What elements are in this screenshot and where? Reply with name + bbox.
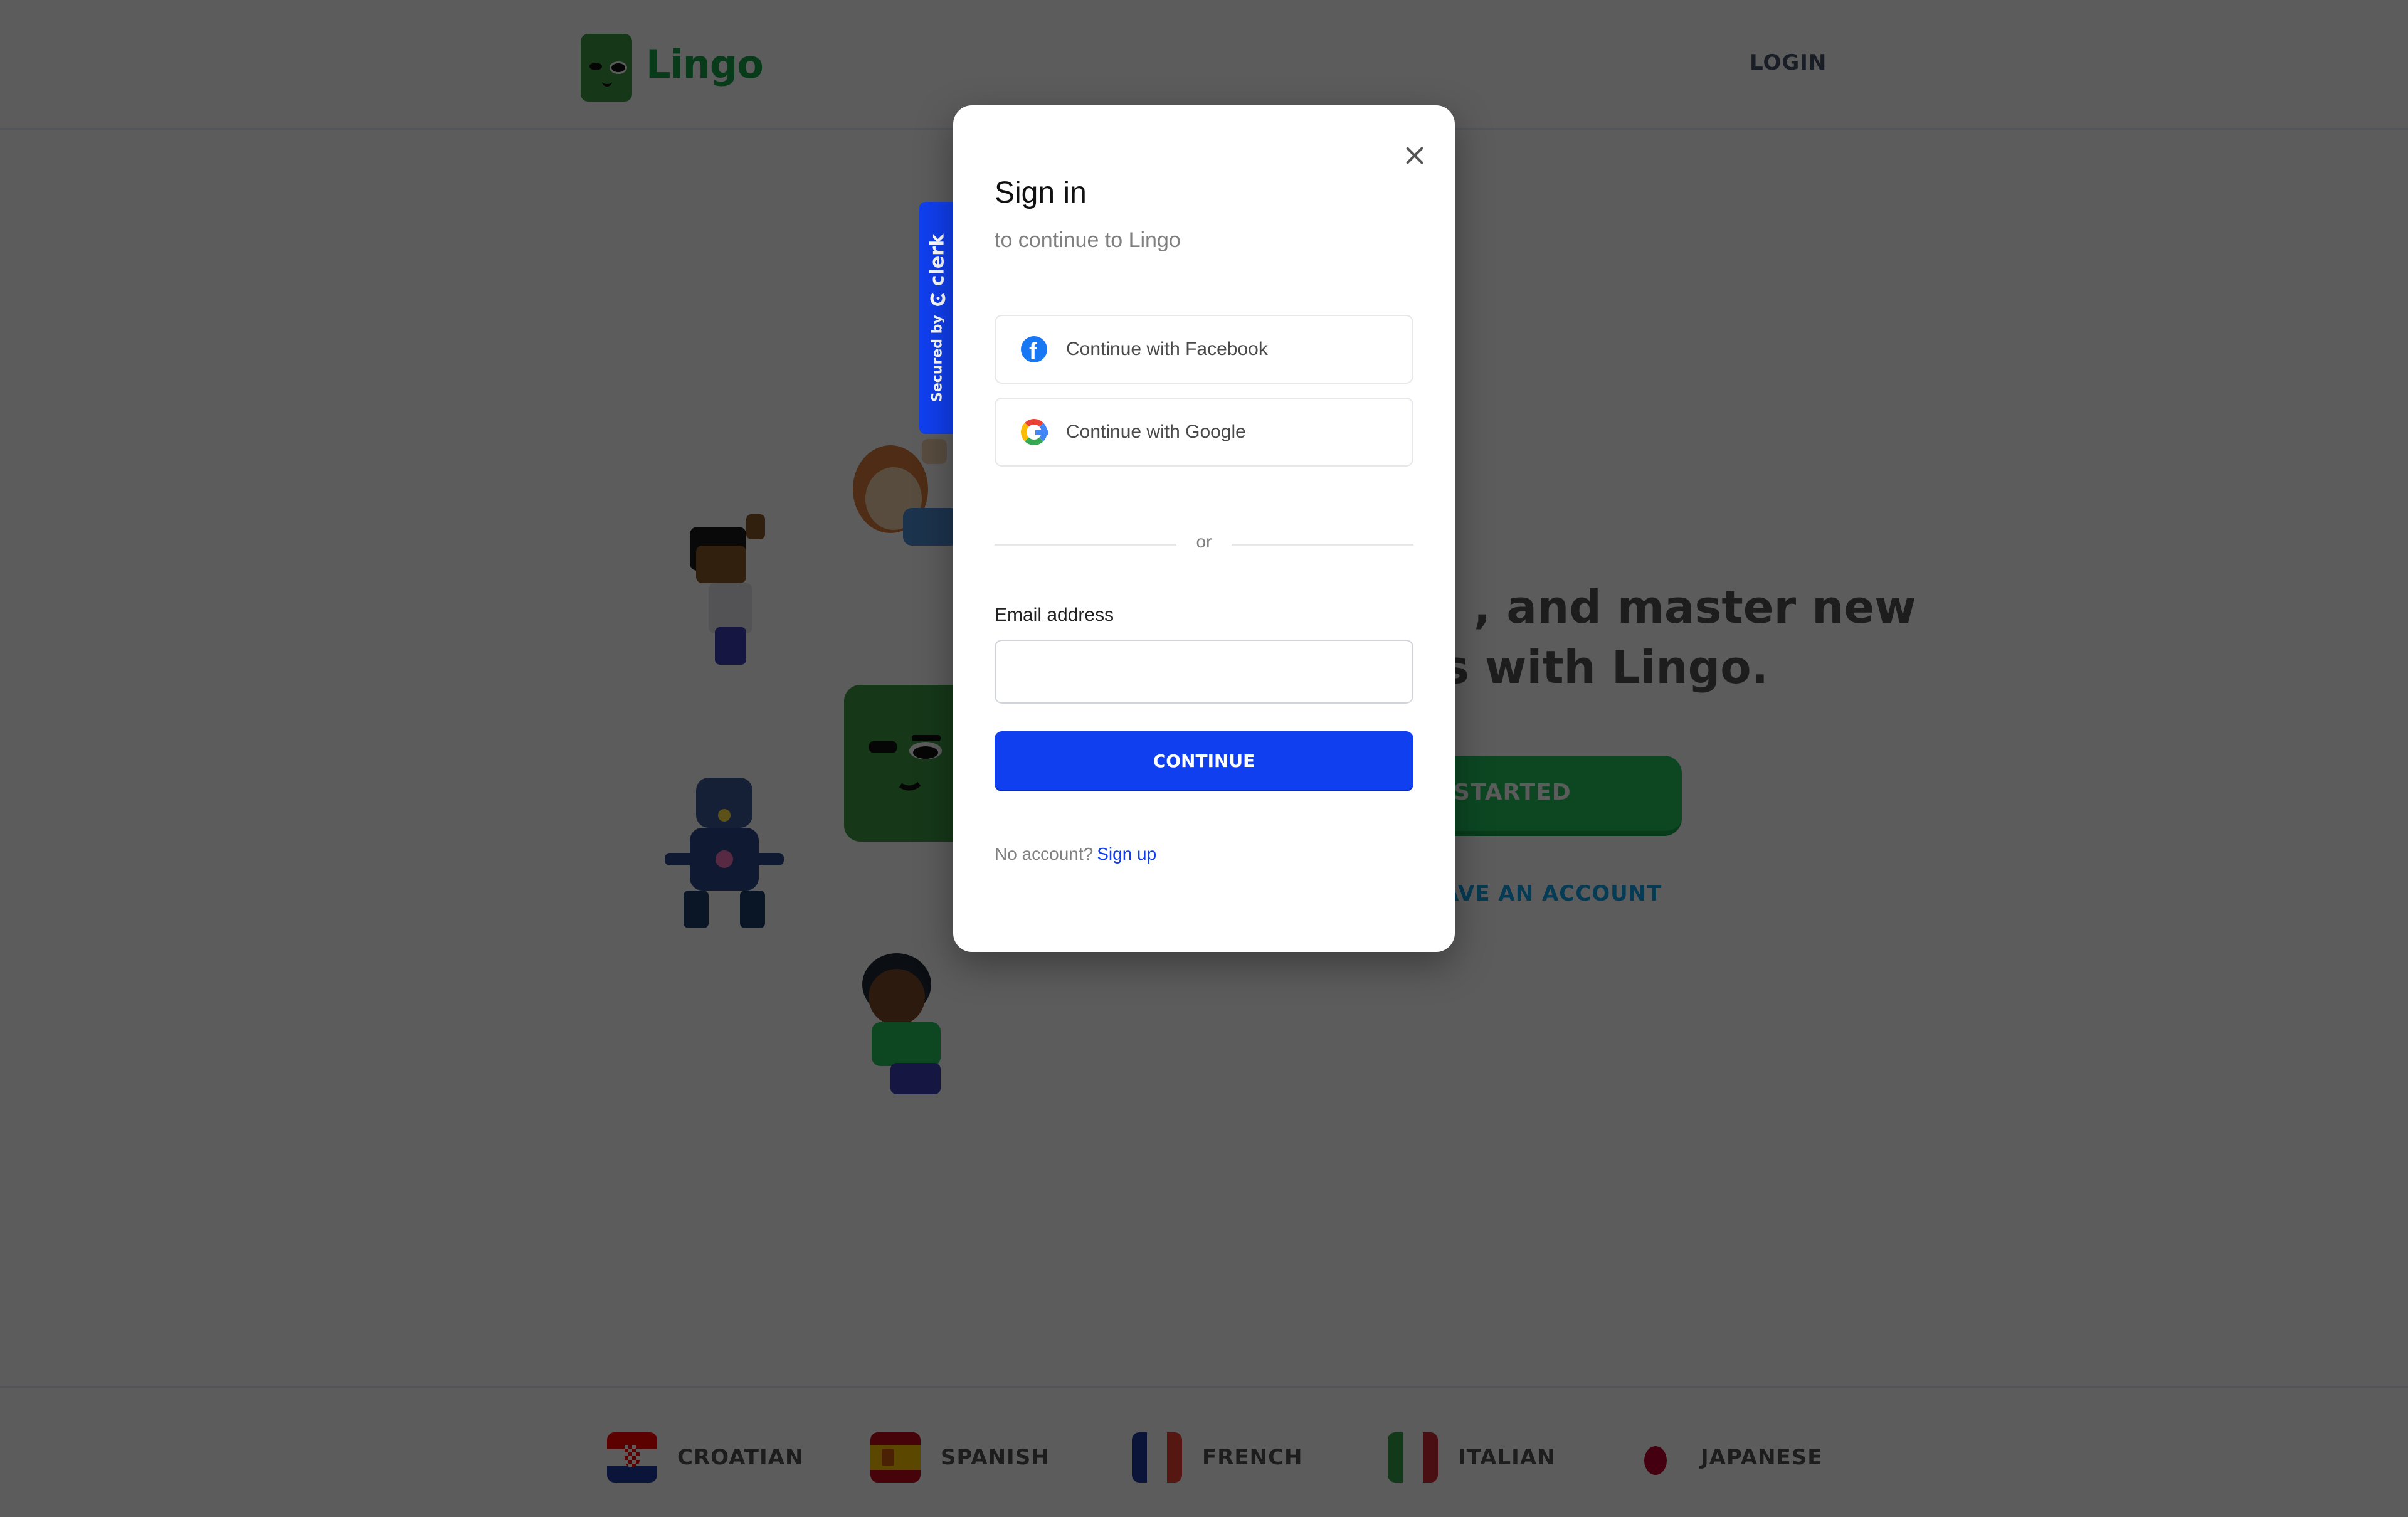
email-address-label: Email address: [995, 605, 1114, 625]
clerk-logo-icon: [930, 291, 945, 307]
sign-up-link[interactable]: Sign up: [1097, 844, 1156, 864]
continue-with-google-button[interactable]: Continue with Google: [995, 398, 1413, 467]
email-address-input[interactable]: [995, 640, 1413, 704]
modal-title: Sign in: [995, 176, 1087, 209]
modal-subtitle: to continue to Lingo: [995, 228, 1181, 252]
no-account-text: No account?: [995, 844, 1094, 864]
google-button-label: Continue with Google: [1066, 421, 1246, 442]
clerk-brand-name: clerk: [926, 234, 949, 287]
sign-in-modal: Sign in to continue to Lingo f Continue …: [953, 105, 1455, 952]
no-account-prompt: No account? Sign up: [995, 844, 1156, 864]
facebook-button-label: Continue with Facebook: [1066, 339, 1268, 359]
continue-button[interactable]: CONTINUE: [995, 731, 1413, 790]
divider-text: or: [1196, 532, 1212, 551]
google-icon: [1021, 419, 1048, 445]
continue-with-facebook-button[interactable]: f Continue with Facebook: [995, 315, 1413, 384]
secured-by-label: Secured by: [929, 315, 946, 402]
secured-by-clerk-badge[interactable]: Secured by clerk: [919, 202, 956, 434]
or-divider: or: [995, 532, 1413, 557]
divider-line-right: [1232, 544, 1413, 546]
close-icon[interactable]: [1402, 143, 1427, 168]
facebook-icon: f: [1021, 336, 1047, 365]
